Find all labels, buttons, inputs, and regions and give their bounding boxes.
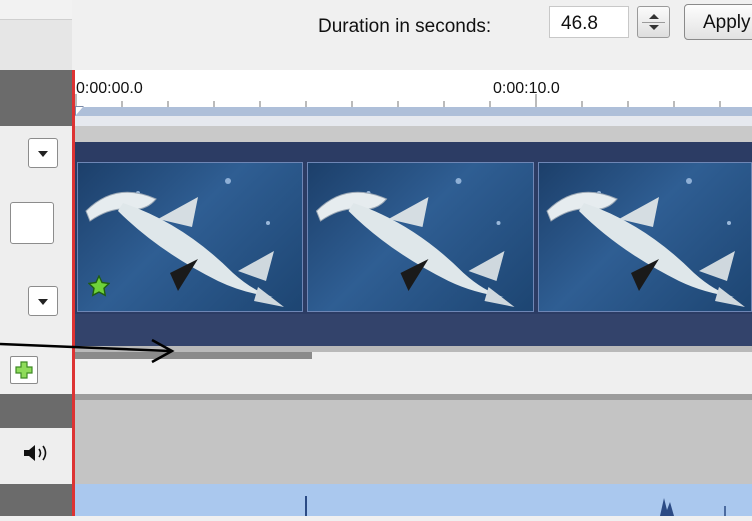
- scrub-handle[interactable]: [76, 107, 83, 115]
- chevron-down-icon: [38, 299, 48, 305]
- plus-icon: [15, 361, 33, 379]
- duration-label: Duration in seconds:: [318, 16, 492, 37]
- waveform-header: [0, 484, 72, 516]
- audio-track-header: [0, 394, 72, 484]
- ruler-selection-band: [75, 107, 752, 116]
- ruler-footer: [75, 116, 752, 126]
- header-cell-toolbar: [0, 20, 72, 70]
- track-divider-top: [75, 126, 752, 142]
- video-thumbnail[interactable]: [538, 162, 752, 312]
- audio-mute-button[interactable]: [22, 442, 58, 464]
- shark-image: [546, 178, 745, 307]
- shark-image: [315, 178, 515, 307]
- video-thumbnail[interactable]: [307, 162, 534, 312]
- duration-input[interactable]: 46.8: [549, 6, 629, 38]
- apply-button[interactable]: Apply: [684, 4, 752, 40]
- ruler-ticks: [75, 94, 721, 108]
- timeline-toolbar: Duration in seconds: 46.8 Apply: [75, 0, 752, 70]
- video-track-button[interactable]: [10, 202, 54, 244]
- video-track-header: [0, 126, 72, 346]
- spinner-down-icon[interactable]: [649, 25, 659, 30]
- star-icon[interactable]: [88, 275, 110, 297]
- track-scrollbar[interactable]: [75, 352, 312, 359]
- audio-waveform[interactable]: [75, 484, 752, 516]
- playhead[interactable]: [72, 70, 75, 516]
- video-track-dropdown[interactable]: [28, 138, 58, 168]
- add-track-button[interactable]: [10, 356, 38, 384]
- header-cell-ruler: [0, 70, 72, 126]
- timeline-ruler[interactable]: 0:00:00.0 0:00:10.0: [75, 70, 752, 126]
- duration-spinner[interactable]: [637, 6, 670, 38]
- video-thumbnail[interactable]: [77, 162, 303, 312]
- waveform-peaks: [305, 496, 726, 516]
- video-track[interactable]: [75, 142, 752, 346]
- add-track-header: [0, 346, 72, 394]
- speaker-icon: [24, 445, 47, 461]
- audio-header-band: [0, 394, 72, 428]
- track-header-column: [0, 0, 72, 516]
- chevron-down-icon: [38, 151, 48, 157]
- audio-track[interactable]: [75, 400, 752, 484]
- video-effect-dropdown[interactable]: [28, 286, 58, 316]
- spinner-divider: [642, 22, 665, 23]
- video-track-footer: [75, 314, 752, 346]
- header-cell-top: [0, 0, 72, 20]
- shark-image: [85, 178, 284, 307]
- spinner-up-icon[interactable]: [649, 14, 659, 19]
